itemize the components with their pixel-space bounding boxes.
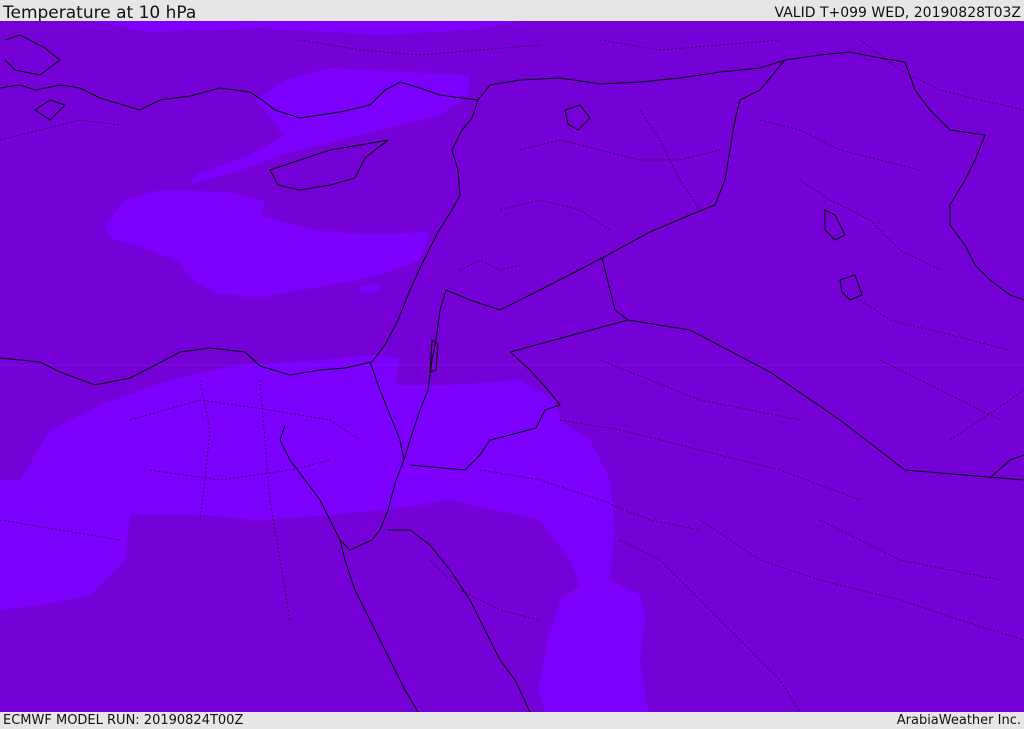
base-temperature-field xyxy=(0,21,1024,712)
temperature-map xyxy=(0,21,1024,712)
map-panel xyxy=(0,21,1024,712)
model-run-label: ECMWF MODEL RUN: 20190824T00Z xyxy=(3,713,244,728)
credit-label: ArabiaWeather Inc. xyxy=(896,713,1021,728)
map-title: Temperature at 10 hPa xyxy=(3,3,197,23)
valid-time-label: VALID T+099 WED, 20190828T03Z xyxy=(774,5,1021,21)
header-bar: Temperature at 10 hPa VALID T+099 WED, 2… xyxy=(0,0,1024,23)
footer-bar: ECMWF MODEL RUN: 20190824T00Z ArabiaWeat… xyxy=(0,712,1024,729)
